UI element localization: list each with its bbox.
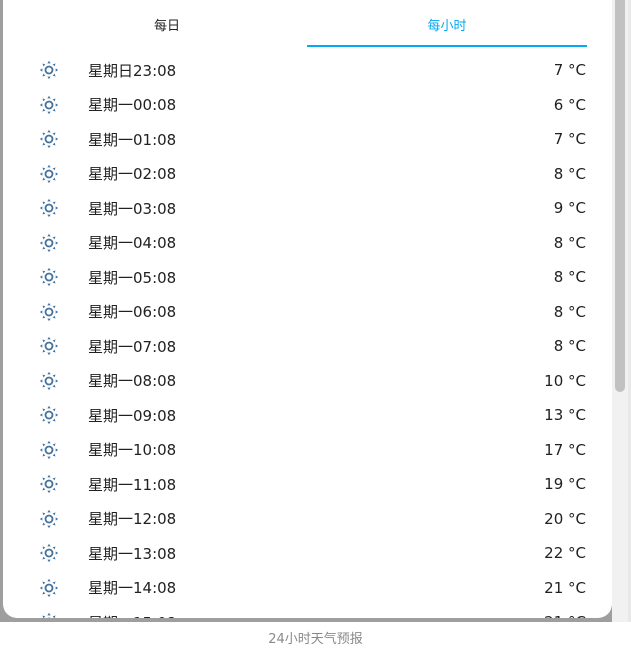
forecast-row: 星期一01:08 7 °C [3, 122, 612, 156]
forecast-time: 星期日23:08 [88, 61, 177, 80]
sunny-icon [39, 302, 59, 322]
forecast-temperature: 21 °C [544, 578, 586, 597]
sunny-icon [39, 267, 59, 287]
forecast-row: 星期一07:08 8 °C [3, 329, 612, 363]
forecast-time: 星期一06:08 [88, 303, 177, 321]
forecast-time: 星期一15:08 [88, 612, 176, 619]
sunny-icon [39, 474, 59, 494]
forecast-temperature: 6 °C [553, 95, 586, 114]
forecast-time: 星期一04:08 [88, 234, 177, 252]
forecast-temperature: 17 °C [544, 440, 586, 459]
forecast-temperature: 13 °C [544, 406, 586, 424]
tab-daily[interactable]: 每日 [27, 0, 307, 48]
sunny-icon [39, 405, 59, 425]
figure-caption: 24小时天气预报 [268, 632, 363, 647]
forecast-row: 星期一10:08 17 °C [3, 433, 612, 467]
forecast-row: 星期一08:08 10 °C [3, 364, 612, 398]
sunny-icon [39, 509, 59, 529]
forecast-temperature: 22 °C [544, 544, 586, 562]
sunny-icon [39, 164, 59, 184]
sunny-icon [39, 578, 59, 598]
forecast-row: 星期一03:08 9 °C [3, 191, 612, 225]
forecast-row: 星期一12:08 20 °C [3, 502, 612, 536]
sunny-icon [39, 95, 59, 115]
forecast-temperature: 8 °C [553, 337, 586, 355]
forecast-row: 星期一00:08 6 °C [3, 88, 612, 122]
tab-hourly[interactable]: 每小时 [307, 0, 587, 48]
active-tab-indicator [307, 45, 587, 47]
sunny-icon [39, 233, 59, 253]
forecast-temperature: 19 °C [544, 475, 586, 493]
sunny-icon [39, 198, 59, 218]
forecast-temperature: 10 °C [544, 371, 586, 390]
forecast-time: 星期一07:08 [88, 337, 177, 356]
forecast-row: 星期一14:08 21 °C [3, 571, 612, 605]
forecast-time: 星期一14:08 [88, 579, 177, 597]
sunny-icon [39, 60, 59, 80]
forecast-temperature: 8 °C [553, 268, 586, 286]
forecast-time: 星期一13:08 [88, 544, 177, 563]
forecast-temperature: 7 °C [553, 130, 586, 148]
forecast-row: 星期日23:08 7 °C [3, 53, 612, 87]
forecast-row: 星期一13:08 22 °C [3, 536, 612, 570]
sunny-icon [39, 336, 59, 356]
forecast-time: 星期一01:08 [88, 130, 177, 149]
sunny-icon [39, 612, 59, 618]
forecast-time: 星期一05:08 [88, 268, 177, 287]
forecast-panel: 每日 每小时 星期日23:08 7 °C 星期一00:08 6 °C 星期一01:08 7… [3, 0, 612, 618]
scrollbar[interactable] [612, 0, 628, 622]
sunny-icon [39, 371, 59, 391]
forecast-time: 星期一10:08 [88, 441, 177, 459]
forecast-time: 星期一03:08 [88, 199, 177, 218]
forecast-temperature: 21 °C [544, 613, 586, 618]
forecast-temperature: 9 °C [553, 199, 586, 217]
scrollbar-thumb[interactable] [615, 0, 625, 392]
forecast-row: 星期一15:08 21 °C [3, 605, 612, 618]
forecast-time: 星期一00:08 [88, 96, 177, 114]
forecast-time: 星期一08:08 [88, 372, 177, 390]
forecast-temperature: 20 °C [544, 509, 586, 528]
forecast-row: 星期一09:08 13 °C [3, 398, 612, 432]
forecast-temperature: 8 °C [553, 302, 586, 321]
forecast-temperature: 8 °C [553, 233, 586, 252]
forecast-temperature: 8 °C [553, 164, 586, 183]
forecast-row: 星期一06:08 8 °C [3, 295, 612, 329]
forecast-tabs: 每日 每小时 [3, 0, 612, 48]
forecast-row: 星期一02:08 8 °C [3, 157, 612, 191]
forecast-row: 星期一11:08 19 °C [3, 467, 612, 501]
forecast-time: 星期一02:08 [88, 165, 177, 183]
forecast-time: 星期一09:08 [88, 406, 177, 425]
forecast-row: 星期一05:08 8 °C [3, 260, 612, 294]
sunny-icon [39, 129, 59, 149]
dialog-frame: 每日 每小时 星期日23:08 7 °C 星期一00:08 6 °C 星期一01:08 7… [0, 0, 631, 622]
forecast-temperature: 7 °C [553, 61, 586, 79]
sunny-icon [39, 543, 59, 563]
forecast-time: 星期一11:08 [88, 475, 177, 494]
forecast-row: 星期一04:08 8 °C [3, 226, 612, 260]
forecast-time: 星期一12:08 [88, 510, 177, 528]
sunny-icon [39, 440, 59, 460]
